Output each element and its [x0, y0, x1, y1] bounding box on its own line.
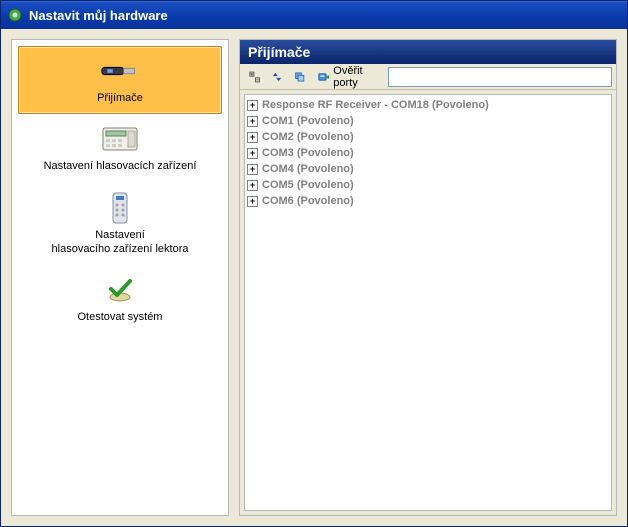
sidebar-item-receivers[interactable]: Přijímače — [18, 46, 222, 114]
refresh-button[interactable] — [289, 67, 310, 87]
check-icon — [100, 276, 140, 304]
tree-item[interactable]: + Response RF Receiver - COM18 (Povoleno… — [247, 97, 609, 113]
tree-item[interactable]: + COM3 (Povoleno) — [247, 145, 609, 161]
tree-view[interactable]: + Response RF Receiver - COM18 (Povoleno… — [244, 94, 612, 511]
tree-item[interactable]: + COM4 (Povoleno) — [247, 161, 609, 177]
window-title: Nastavit můj hardware — [29, 8, 168, 23]
titlebar: Nastavit můj hardware — [1, 1, 627, 29]
tree-item-label: Response RF Receiver - COM18 (Povoleno) — [262, 99, 489, 111]
expand-icon[interactable]: + — [247, 100, 258, 111]
sidebar-item-test-system[interactable]: Otestovat systém — [18, 265, 222, 333]
content-area: Přijímače Nastavení — [1, 29, 627, 526]
app-icon — [7, 7, 23, 23]
tree-item[interactable]: + COM1 (Povoleno) — [247, 113, 609, 129]
tree-item[interactable]: + COM6 (Povoleno) — [247, 193, 609, 209]
expand-icon[interactable]: + — [247, 116, 258, 127]
sidebar-item-voting-devices[interactable]: Nastavení hlasovacích zařízení — [18, 114, 222, 182]
sidebar: Přijímače Nastavení — [11, 39, 229, 516]
remote-icon — [100, 194, 140, 222]
toolbar: Ověřit porty — [240, 64, 616, 90]
verify-ports-label: Ověřit porty — [333, 65, 379, 89]
expand-icon[interactable]: + — [247, 196, 258, 207]
expand-icon[interactable]: + — [247, 164, 258, 175]
usb-receiver-icon — [100, 57, 140, 85]
panel-header: Přijímače — [240, 40, 616, 64]
sidebar-item-label: Přijímače — [97, 91, 143, 105]
window: Nastavit můj hardware Přijímače — [0, 0, 628, 527]
ports-icon — [318, 70, 329, 84]
voting-device-icon — [100, 125, 140, 153]
sort-button[interactable] — [267, 67, 287, 87]
verify-ports-button[interactable]: Ověřit porty — [313, 67, 384, 87]
tree-item-label: COM5 (Povoleno) — [262, 179, 354, 191]
toolbar-input[interactable] — [388, 67, 612, 87]
tree-item-label: COM1 (Povoleno) — [262, 115, 354, 127]
sidebar-item-label: Nastavení hlasovacích zařízení — [44, 159, 197, 173]
sidebar-item-instructor-device[interactable]: Nastavení hlasovacího zařízení lektora — [18, 183, 222, 266]
sidebar-item-label: Nastavení hlasovacího zařízení lektora — [52, 228, 189, 257]
tree-item-label: COM2 (Povoleno) — [262, 131, 354, 143]
sort-arrows-icon — [272, 70, 282, 84]
expand-collapse-icon — [249, 70, 260, 84]
expand-icon[interactable]: + — [247, 180, 258, 191]
tree-item[interactable]: + COM5 (Povoleno) — [247, 177, 609, 193]
sidebar-item-label: Otestovat systém — [78, 310, 163, 324]
expand-icon[interactable]: + — [247, 148, 258, 159]
tree-item[interactable]: + COM2 (Povoleno) — [247, 129, 609, 145]
expand-collapse-button[interactable] — [244, 67, 265, 87]
tree-item-label: COM3 (Povoleno) — [262, 147, 354, 159]
tree-item-label: COM4 (Povoleno) — [262, 163, 354, 175]
expand-icon[interactable]: + — [247, 132, 258, 143]
tree-item-label: COM6 (Povoleno) — [262, 195, 354, 207]
panel-title: Přijímače — [248, 44, 310, 60]
main-panel: Přijímače — [239, 39, 617, 516]
refresh-icon — [294, 70, 305, 84]
